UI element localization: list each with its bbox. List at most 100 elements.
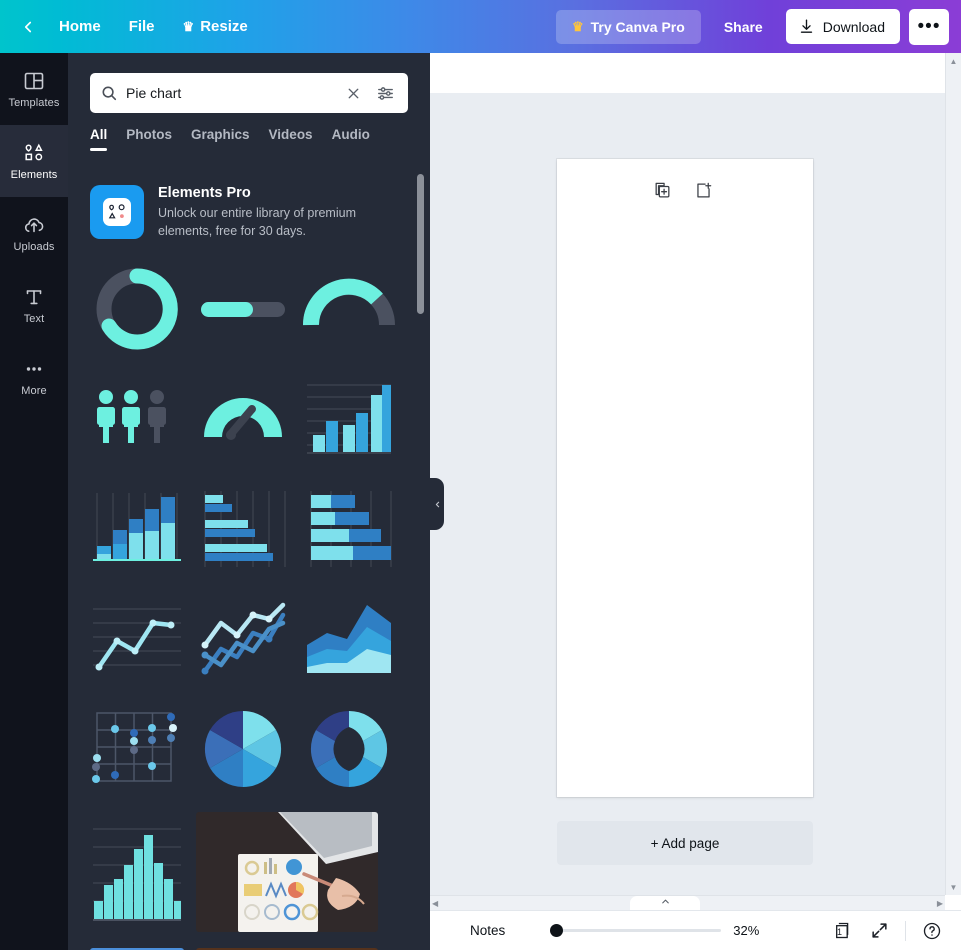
canva-editor-window: Home File ♛ Resize ♛ Try Canva Pro Share… xyxy=(0,0,961,950)
chevron-up-icon xyxy=(661,899,669,904)
zoom-control-group: 32% xyxy=(550,923,767,938)
panel-scrollbar-track[interactable] xyxy=(417,169,424,949)
element-speedometer-gauge-chart[interactable] xyxy=(196,372,290,466)
elements-side-panel: All Photos Graphics Videos Audio xyxy=(68,53,430,950)
resize-button[interactable]: ♛ Resize xyxy=(170,11,261,42)
tab-graphics[interactable]: Graphics xyxy=(191,127,250,151)
home-menu-button[interactable]: Home xyxy=(46,11,114,42)
help-button[interactable] xyxy=(915,916,949,946)
scatter-plot-icon xyxy=(92,712,177,784)
tab-videos[interactable]: Videos xyxy=(269,127,313,151)
sidebar-item-elements[interactable]: Elements xyxy=(0,125,68,197)
element-horizontal-bar-chart[interactable] xyxy=(196,482,290,576)
download-label: Download xyxy=(822,18,885,35)
design-canvas-area[interactable]: + Add page xyxy=(430,53,961,895)
element-column-chart[interactable] xyxy=(302,372,396,466)
histogram-icon xyxy=(93,828,181,922)
line-chart-icon xyxy=(93,608,181,671)
tab-all[interactable]: All xyxy=(90,127,108,151)
element-multi-line-chart[interactable] xyxy=(196,592,290,686)
stacked-bar-icon xyxy=(310,491,392,568)
chevron-left-icon xyxy=(435,501,439,507)
search-input[interactable] xyxy=(126,85,334,101)
element-half-donut-gauge-chart[interactable] xyxy=(302,262,396,356)
clear-search-icon[interactable] xyxy=(342,85,365,102)
resize-label: Resize xyxy=(200,18,248,35)
duplicate-page-icon[interactable] xyxy=(653,181,672,200)
design-page-canvas[interactable] xyxy=(557,159,813,797)
column-chart-icon xyxy=(307,384,391,455)
file-label: File xyxy=(128,18,155,35)
page-tools-group xyxy=(430,181,935,200)
stacked-column-icon xyxy=(93,493,181,562)
share-label: Share xyxy=(723,18,763,35)
fullscreen-button[interactable] xyxy=(862,916,896,946)
elements-pro-glyph xyxy=(103,198,131,226)
result-category-tabs: All Photos Graphics Videos Audio xyxy=(68,113,430,151)
zoom-slider[interactable] xyxy=(550,924,722,937)
search-area xyxy=(68,53,430,113)
download-button[interactable]: Download xyxy=(785,9,900,44)
tab-photos[interactable]: Photos xyxy=(126,127,172,151)
half-donut-gauge-icon xyxy=(303,278,395,326)
collapse-panel-handle[interactable] xyxy=(430,478,444,530)
canvas-vertical-scrollbar[interactable]: ▲ ▼ xyxy=(945,53,961,895)
sidebar-item-uploads[interactable]: Uploads xyxy=(0,197,68,269)
back-button[interactable] xyxy=(12,11,44,43)
elements-pro-promo-card[interactable]: Elements Pro Unlock our entire library o… xyxy=(90,171,408,246)
search-box[interactable] xyxy=(90,73,408,113)
uploads-icon xyxy=(24,218,44,233)
sidebar-item-text[interactable]: Text xyxy=(0,269,68,341)
element-pictogram-people-chart[interactable] xyxy=(90,372,184,466)
element-stacked-bar-chart[interactable] xyxy=(302,482,396,576)
multi-line-chart-icon xyxy=(201,603,286,675)
crown-icon: ♛ xyxy=(182,18,195,34)
templates-icon xyxy=(24,72,44,90)
crown-icon: ♛ xyxy=(572,18,584,34)
element-area-chart[interactable] xyxy=(302,592,396,686)
try-canva-pro-button[interactable]: ♛ Try Canva Pro xyxy=(556,9,701,44)
expand-page-panel-tab[interactable] xyxy=(630,896,700,910)
element-doughnut-chart[interactable] xyxy=(302,702,396,796)
panel-scrollbar-thumb[interactable] xyxy=(417,174,424,314)
element-scatter-plot-chart[interactable] xyxy=(90,702,184,796)
element-photo-desk-charts[interactable] xyxy=(196,812,378,933)
horizontal-bar-icon xyxy=(204,491,286,568)
sidebar-item-label: Text xyxy=(23,313,45,325)
notes-label: Notes xyxy=(470,923,506,938)
speedometer-gauge-icon xyxy=(204,398,282,441)
scroll-left-arrow-icon[interactable]: ◀ xyxy=(432,899,438,908)
file-menu-button[interactable]: File xyxy=(116,11,168,42)
try-pro-label: Try Canva Pro xyxy=(590,18,685,35)
zoom-slider-knob[interactable] xyxy=(550,924,564,937)
element-stacked-column-chart[interactable] xyxy=(90,482,184,576)
scroll-up-arrow-icon[interactable]: ▲ xyxy=(946,53,961,69)
element-donut-progress-chart[interactable] xyxy=(90,262,184,356)
element-progress-bar-chart[interactable] xyxy=(196,262,290,356)
page-manager-button[interactable]: 1 xyxy=(824,916,858,946)
element-histogram-chart[interactable] xyxy=(90,812,184,932)
header-left-group: Home File ♛ Resize xyxy=(0,11,261,43)
sidebar-item-templates[interactable]: Templates xyxy=(0,53,68,125)
chevron-left-icon xyxy=(24,21,32,32)
scroll-right-arrow-icon[interactable]: ▶ xyxy=(937,899,943,908)
tab-audio[interactable]: Audio xyxy=(332,127,370,151)
notes-button[interactable]: Notes xyxy=(458,917,517,944)
add-page-icon[interactable] xyxy=(694,181,713,200)
page-number-label: 1 xyxy=(836,927,842,937)
tab-label: Audio xyxy=(331,127,370,142)
zoom-percent-label: 32% xyxy=(733,923,760,938)
pie-chart-icon xyxy=(204,711,282,788)
sidebar-item-more[interactable]: More xyxy=(0,341,68,413)
filter-sliders-icon[interactable] xyxy=(373,84,398,103)
element-line-chart[interactable] xyxy=(90,592,184,686)
panel-results-scroll-area: Elements Pro Unlock our entire library o… xyxy=(68,171,430,950)
add-page-button[interactable]: + Add page xyxy=(557,821,813,865)
donut-progress-icon xyxy=(96,268,178,350)
more-options-button[interactable]: ••• xyxy=(909,8,949,45)
results-row xyxy=(90,372,408,466)
element-pie-chart[interactable] xyxy=(196,702,290,796)
scroll-down-arrow-icon[interactable]: ▼ xyxy=(946,879,961,895)
results-row xyxy=(90,812,408,933)
share-button[interactable]: Share xyxy=(710,10,777,44)
